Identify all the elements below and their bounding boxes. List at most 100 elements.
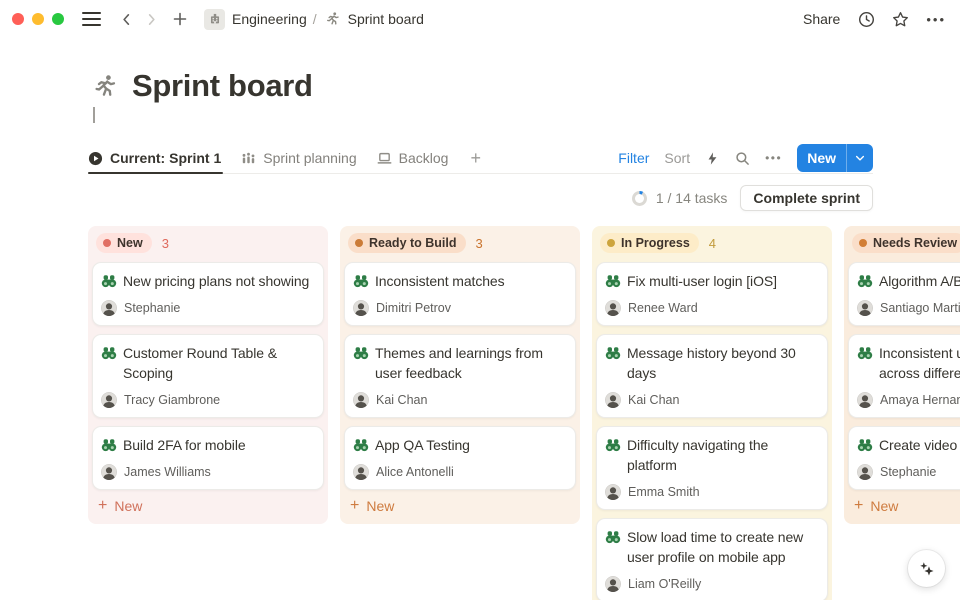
avatar	[101, 392, 117, 408]
add-card-label: New	[366, 498, 394, 514]
clock-icon[interactable]	[858, 11, 875, 28]
status-dot	[859, 239, 867, 247]
binoculars-icon	[353, 345, 369, 361]
avatar	[353, 300, 369, 316]
assignee-name: Kai Chan	[628, 393, 679, 407]
traffic-lights	[12, 13, 64, 25]
binoculars-icon	[605, 529, 621, 545]
card-title: Algorithm A/B testing	[879, 271, 960, 291]
task-card[interactable]: Themes and learnings from user feedback …	[344, 334, 576, 418]
tab-current-sprint[interactable]: Current: Sprint 1	[88, 143, 227, 173]
complete-sprint-button[interactable]: Complete sprint	[740, 185, 873, 211]
avatar	[605, 392, 621, 408]
avatar	[605, 576, 621, 592]
sort-button[interactable]: Sort	[664, 150, 690, 166]
card-title: Slow load time to create new user profil…	[627, 527, 819, 567]
column-count: 4	[709, 236, 716, 251]
avatar	[605, 300, 621, 316]
view-tabs-bar: Current: Sprint 1 Sprint planning Backlo…	[88, 143, 873, 174]
ai-assistant-button[interactable]	[908, 550, 945, 587]
zoom-window-button[interactable]	[52, 13, 64, 25]
task-card[interactable]: Inconsistent matches Dimitri Petrov	[344, 262, 576, 326]
add-view-button[interactable]: +	[470, 148, 481, 169]
avatar	[101, 464, 117, 480]
avatar	[353, 464, 369, 480]
add-page-icon[interactable]	[172, 11, 188, 27]
binoculars-icon	[605, 273, 621, 289]
task-card[interactable]: App QA Testing Alice Antonelli	[344, 426, 576, 490]
status-label: Needs Review	[873, 236, 957, 250]
column-in-progress: In Progress 4 Fix multi-user login [iOS]…	[592, 226, 832, 600]
task-card[interactable]: Create video guides Stephanie	[848, 426, 960, 490]
avatar	[101, 300, 117, 316]
close-window-button[interactable]	[12, 13, 24, 25]
binoculars-icon	[605, 345, 621, 361]
back-icon[interactable]	[119, 12, 134, 27]
avatar	[605, 484, 621, 500]
task-card[interactable]: Customer Round Table & Scoping Tracy Gia…	[92, 334, 324, 418]
tab-label: Sprint planning	[263, 150, 356, 166]
hamburger-icon[interactable]	[82, 12, 101, 25]
task-card[interactable]: New pricing plans not showing Stephanie	[92, 262, 324, 326]
breadcrumb-page[interactable]: Sprint board	[348, 11, 424, 27]
more-icon[interactable]: •••	[926, 12, 946, 27]
filter-button[interactable]: Filter	[618, 150, 649, 166]
column-header[interactable]: Needs Review	[848, 232, 960, 262]
card-title: New pricing plans not showing	[123, 271, 309, 291]
star-icon[interactable]	[892, 11, 909, 28]
breadcrumb-workspace[interactable]: Engineering	[232, 11, 307, 27]
add-card-button[interactable]: +New	[92, 490, 324, 520]
forward-icon[interactable]	[144, 12, 159, 27]
view-more-icon[interactable]: •••	[765, 151, 782, 165]
task-card[interactable]: Difficulty navigating the platform Emma …	[596, 426, 828, 510]
binoculars-icon	[353, 437, 369, 453]
add-card-button[interactable]: +New	[344, 490, 576, 520]
card-title: Inconsistent user journeys across differ…	[879, 343, 960, 383]
task-card[interactable]: Inconsistent user journeys across differ…	[848, 334, 960, 418]
card-title: Difficulty navigating the platform	[627, 435, 819, 475]
chevron-down-icon[interactable]	[847, 144, 873, 172]
sparkles-icon	[917, 559, 936, 578]
column-header[interactable]: Ready to Build 3	[344, 232, 576, 262]
task-card[interactable]: Algorithm A/B testing Santiago Martinez	[848, 262, 960, 326]
search-icon[interactable]	[735, 151, 750, 166]
kanban-board: New 3 New pricing plans not showing Step…	[88, 226, 960, 600]
assignee-name: Santiago Martinez	[880, 301, 960, 315]
text-caret	[93, 107, 95, 123]
card-title: Build 2FA for mobile	[123, 435, 246, 455]
page-title[interactable]: Sprint board	[132, 68, 313, 104]
task-card[interactable]: Build 2FA for mobile James Williams	[92, 426, 324, 490]
task-card[interactable]: Fix multi-user login [iOS] Renee Ward	[596, 262, 828, 326]
column-header[interactable]: New 3	[92, 232, 324, 262]
new-button-label[interactable]: New	[797, 144, 846, 172]
card-title: Fix multi-user login [iOS]	[627, 271, 777, 291]
status-dot	[355, 239, 363, 247]
binoculars-icon	[857, 273, 873, 289]
avatar	[353, 392, 369, 408]
runner-icon	[325, 11, 341, 27]
page-icon-runner[interactable]	[92, 73, 119, 100]
share-button[interactable]: Share	[803, 11, 840, 27]
laptop-icon	[377, 151, 392, 166]
tab-backlog[interactable]: Backlog	[377, 143, 455, 173]
column-header[interactable]: In Progress 4	[596, 232, 828, 262]
tab-sprint-planning[interactable]: Sprint planning	[241, 143, 362, 173]
binoculars-icon	[857, 437, 873, 453]
column-count: 3	[162, 236, 169, 251]
task-card[interactable]: Slow load time to create new user profil…	[596, 518, 828, 600]
workspace-building-icon[interactable]	[204, 9, 225, 30]
add-card-button[interactable]: +New	[848, 490, 960, 520]
status-label: Ready to Build	[369, 236, 457, 250]
minimize-window-button[interactable]	[32, 13, 44, 25]
people-chart-icon	[241, 151, 256, 166]
new-button[interactable]: New	[797, 144, 873, 172]
card-title: Message history beyond 30 days	[627, 343, 819, 383]
task-card[interactable]: Message history beyond 30 days Kai Chan	[596, 334, 828, 418]
binoculars-icon	[101, 437, 117, 453]
tab-label: Current: Sprint 1	[110, 150, 221, 166]
column-new: New 3 New pricing plans not showing Step…	[88, 226, 328, 524]
column-count: 3	[476, 236, 483, 251]
add-card-label: New	[870, 498, 898, 514]
status-dot	[103, 239, 111, 247]
bolt-icon[interactable]	[705, 151, 720, 166]
